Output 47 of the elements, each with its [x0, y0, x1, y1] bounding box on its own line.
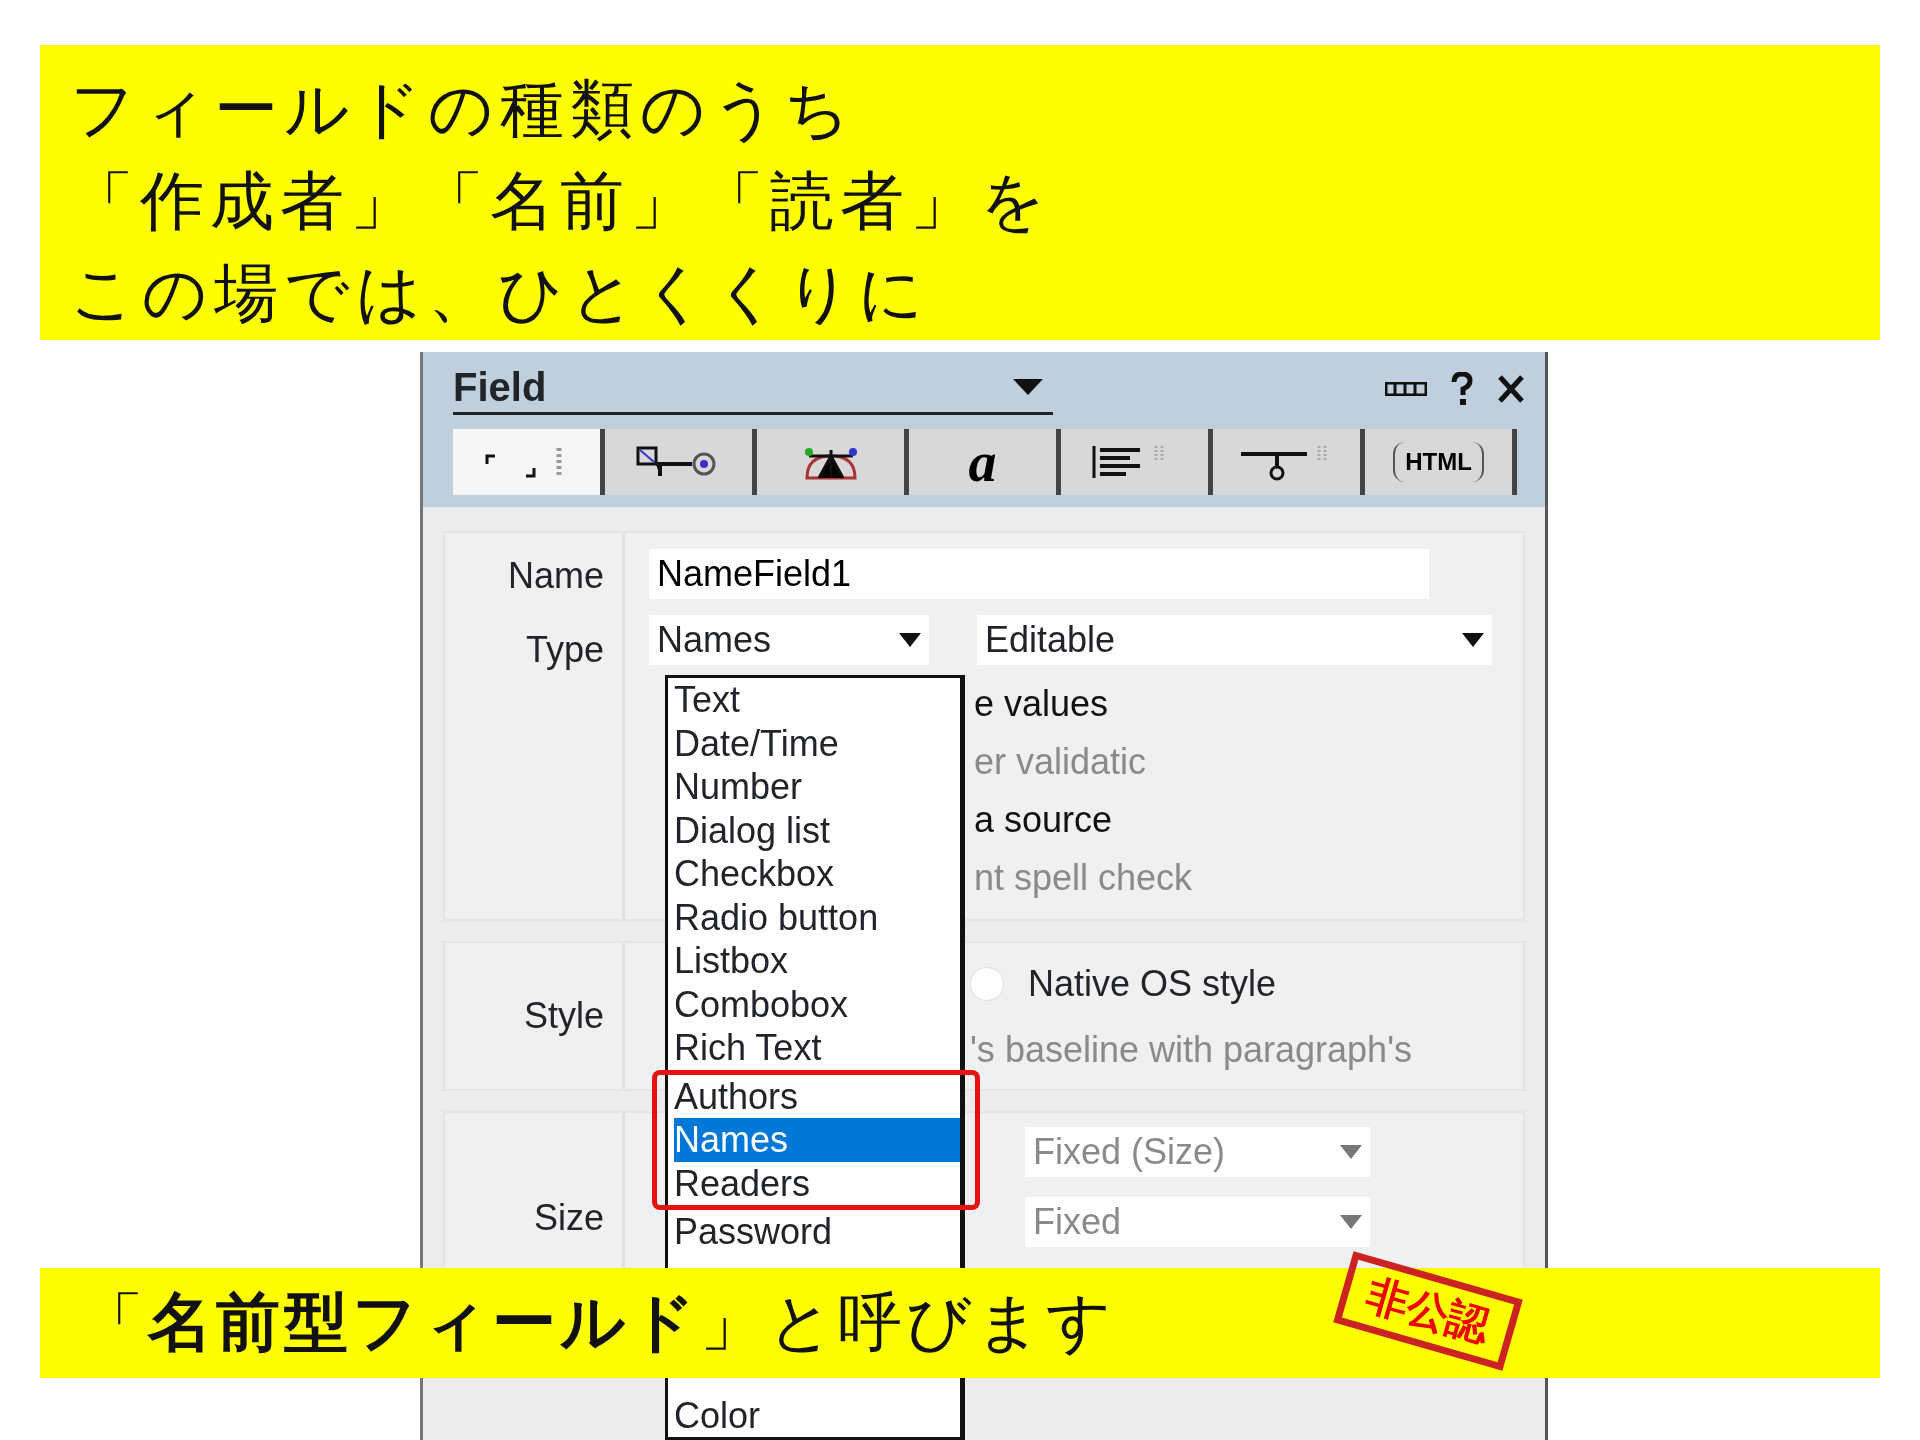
- type-dropdown[interactable]: Names: [649, 615, 929, 665]
- field-label: Type: [524, 628, 604, 672]
- caret-icon: [899, 633, 921, 647]
- radio-button[interactable]: [970, 967, 1004, 1001]
- minimize-icon[interactable]: [1385, 381, 1427, 396]
- list-item[interactable]: Radio button: [672, 895, 960, 939]
- caption-text: この場では、ひとくくりに: [70, 255, 930, 332]
- list-item[interactable]: Date/Time: [672, 721, 960, 765]
- caret-icon: [1462, 633, 1484, 647]
- field-label: Size: [532, 1196, 604, 1240]
- list-item[interactable]: Checkbox: [672, 852, 960, 896]
- option-text: nt spell check: [974, 856, 1193, 900]
- tab[interactable]: [1061, 429, 1213, 495]
- close-icon[interactable]: [1497, 373, 1525, 404]
- tab[interactable]: a: [909, 429, 1061, 495]
- list-item[interactable]: Password: [672, 1210, 960, 1254]
- caret-icon: [1340, 1215, 1362, 1229]
- tab[interactable]: [453, 429, 605, 495]
- caption-text: フィールドの種類のうち: [70, 71, 856, 148]
- field-label: Name: [506, 554, 604, 598]
- list-item[interactable]: Dialog list: [672, 808, 960, 852]
- tab[interactable]: [605, 429, 757, 495]
- caption-text: 「名前型フィールド」と呼びます: [80, 1284, 1116, 1361]
- list-item[interactable]: Listbox: [672, 939, 960, 983]
- list-item[interactable]: Readers: [652, 1161, 980, 1210]
- list-item[interactable]: Color: [672, 1393, 960, 1437]
- radio-label: Native OS style: [1028, 962, 1277, 1006]
- option-text: er validatic: [974, 740, 1147, 784]
- dropdown-caret-icon[interactable]: [1013, 379, 1043, 395]
- tab[interactable]: [757, 429, 909, 495]
- tab[interactable]: HTML: [1365, 429, 1517, 495]
- mode-dropdown[interactable]: Editable: [977, 615, 1492, 665]
- name-field[interactable]: NameField1: [649, 549, 1429, 599]
- list-item[interactable]: Number: [672, 765, 960, 809]
- caret-icon: [1340, 1145, 1362, 1159]
- list-item[interactable]: Rich Text: [672, 1026, 960, 1070]
- tab[interactable]: [1213, 429, 1365, 495]
- list-item[interactable]: Combobox: [672, 982, 960, 1026]
- window-title: Field: [453, 364, 547, 411]
- caption-text: 「作成者」「名前」「読者」を: [70, 163, 1052, 240]
- field-label: Style: [523, 994, 604, 1038]
- option-text: 's baseline with paragraph's: [970, 1028, 1412, 1072]
- option-text: a source: [974, 798, 1113, 842]
- list-item[interactable]: Names: [652, 1118, 980, 1162]
- list-item[interactable]: Text: [672, 678, 960, 722]
- option-text: e values: [974, 682, 1109, 726]
- help-icon[interactable]: [1451, 371, 1473, 406]
